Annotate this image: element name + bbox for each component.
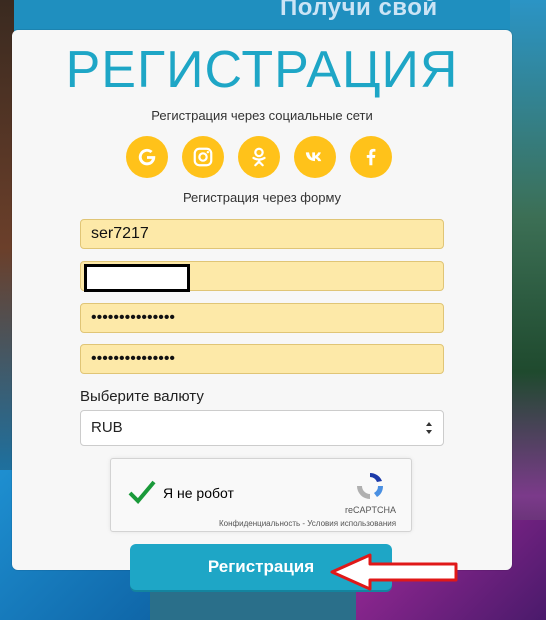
username-field[interactable]: ser7217 bbox=[80, 219, 444, 249]
facebook-icon bbox=[366, 148, 376, 166]
redacted-block bbox=[84, 264, 190, 292]
vk-icon bbox=[305, 152, 322, 162]
instagram-icon bbox=[193, 147, 213, 167]
odnoklassniki-icon bbox=[252, 147, 266, 167]
social-buttons bbox=[126, 136, 392, 178]
currency-label: Выберите валюту bbox=[80, 388, 204, 405]
currency-select[interactable]: RUB bbox=[80, 410, 444, 446]
recaptcha-brand: reCAPTCHA bbox=[345, 505, 397, 515]
facebook-button[interactable] bbox=[350, 136, 392, 178]
google-icon bbox=[138, 148, 156, 166]
page-title: РЕГИСТРАЦИЯ bbox=[65, 41, 459, 99]
registration-card: РЕГИСТРАЦИЯ Регистрация через социальные… bbox=[12, 30, 512, 590]
checkmark-icon[interactable] bbox=[127, 479, 157, 505]
instagram-button[interactable] bbox=[182, 136, 224, 178]
odnoklassniki-button[interactable] bbox=[238, 136, 280, 178]
vk-button[interactable] bbox=[294, 136, 336, 178]
form-caption: Регистрация через форму bbox=[182, 190, 342, 205]
recaptcha-links[interactable]: Конфиденциальность - Условия использован… bbox=[219, 519, 396, 528]
social-caption: Регистрация через социальные сети bbox=[151, 108, 373, 123]
password-field[interactable]: ••••••••••••••• bbox=[80, 303, 444, 333]
currency-value: RUB bbox=[91, 419, 123, 436]
annotation-arrow-icon bbox=[330, 553, 458, 591]
promo-text: Получи свой bbox=[280, 0, 438, 21]
recaptcha-logo-icon bbox=[357, 473, 384, 499]
google-button[interactable] bbox=[126, 136, 168, 178]
password-confirm-field[interactable]: ••••••••••••••• bbox=[80, 344, 444, 374]
captcha-label: Я не робот bbox=[163, 485, 234, 501]
select-arrows-icon bbox=[426, 422, 432, 434]
recaptcha-widget: Я не робот reCAPTCHA Конфиденциальность … bbox=[110, 458, 412, 532]
